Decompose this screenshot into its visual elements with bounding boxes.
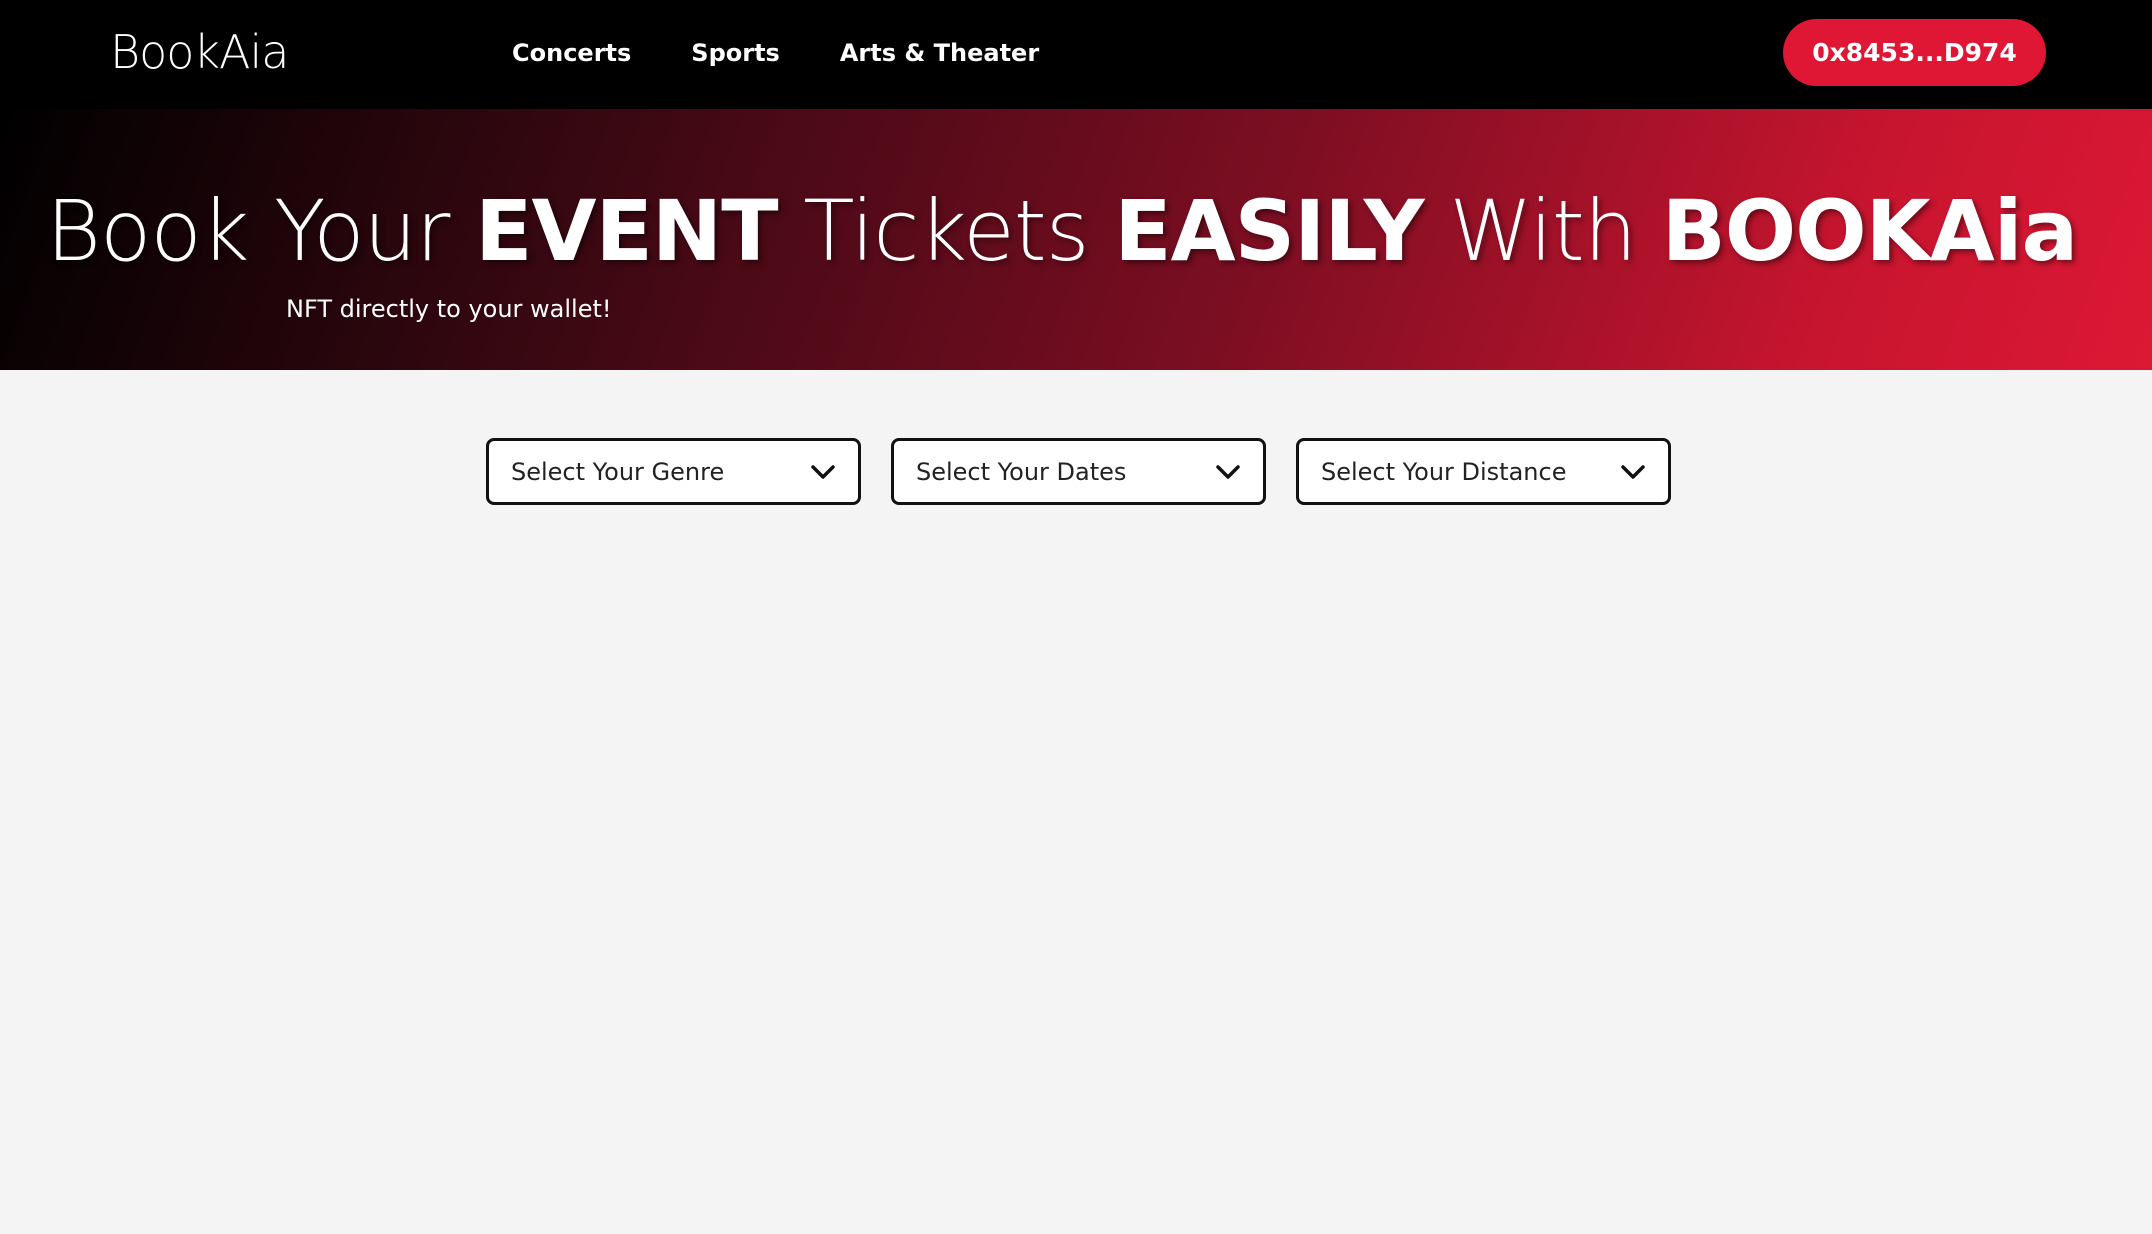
hero-title-emphasis: EVENT <box>475 182 778 280</box>
genre-dropdown-label: Select Your Genre <box>511 457 725 486</box>
top-navbar: BookAia Concerts Sports Arts & Theater 0… <box>0 0 2152 109</box>
nav-link-concerts[interactable]: Concerts <box>512 39 631 67</box>
wallet-address-button[interactable]: 0x8453...D974 <box>1783 19 2046 86</box>
nav-link-arts-theater[interactable]: Arts & Theater <box>840 39 1039 67</box>
main-nav: Concerts Sports Arts & Theater <box>512 32 1099 74</box>
hero-subtitle: NFT directly to your wallet! <box>286 295 612 323</box>
chevron-down-icon <box>1215 464 1241 480</box>
nav-link-sports[interactable]: Sports <box>691 39 780 67</box>
distance-dropdown[interactable]: Select Your Distance <box>1296 438 1671 505</box>
distance-dropdown-label: Select Your Distance <box>1321 457 1567 486</box>
hero-banner: Book Your EVENT Tickets EASILY With BOOK… <box>0 109 2152 370</box>
filter-bar: Select Your Genre Select Your Dates Sele… <box>486 438 1701 505</box>
hero-title-part: With <box>1423 182 1662 280</box>
hero-title-brand: BOOKAia <box>1661 182 2078 280</box>
hero-title-part: Tickets <box>777 182 1115 280</box>
chevron-down-icon <box>810 464 836 480</box>
hero-title-emphasis: EASILY <box>1114 182 1424 280</box>
dates-dropdown[interactable]: Select Your Dates <box>891 438 1266 505</box>
hero-title-part: Book Your <box>46 182 476 280</box>
chevron-down-icon <box>1620 464 1646 480</box>
hero-title: Book Your EVENT Tickets EASILY With BOOK… <box>46 189 2078 273</box>
brand-logo[interactable]: BookAia <box>110 22 289 82</box>
genre-dropdown[interactable]: Select Your Genre <box>486 438 861 505</box>
dates-dropdown-label: Select Your Dates <box>916 457 1127 486</box>
